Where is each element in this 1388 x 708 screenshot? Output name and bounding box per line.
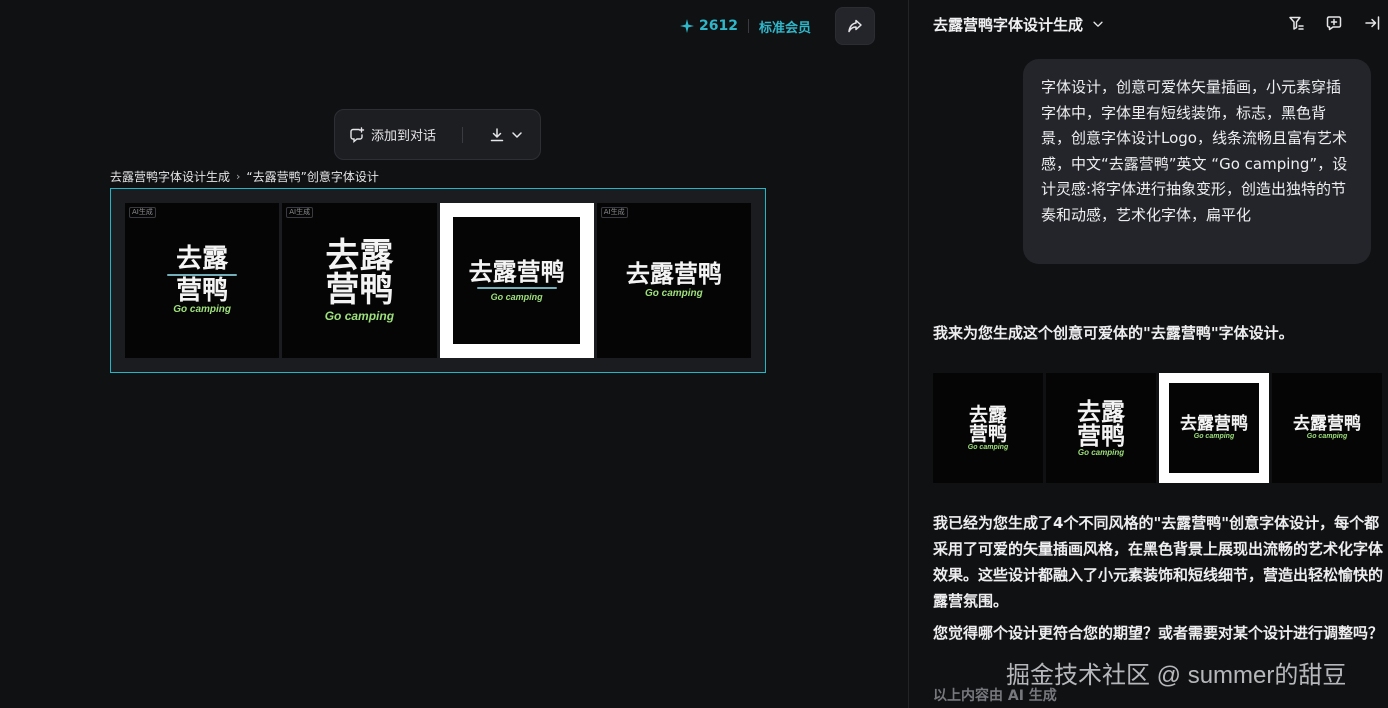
- watermark: 掘金技术社区 @ summer的甜豆: [1006, 662, 1347, 689]
- divider: [747, 19, 749, 33]
- ai-generated-badge: AI生成: [129, 207, 156, 218]
- logo-cn-line-2: 营鸭: [1077, 420, 1125, 450]
- logo-cn-line-1: 去露: [968, 403, 1007, 426]
- gallery-image-1[interactable]: AI生成 去露 营鸭 Go camping: [125, 203, 280, 358]
- new-chat-icon[interactable]: [1325, 14, 1343, 32]
- logo-text-en: Go camping: [324, 308, 395, 323]
- chat-title: 去露营鸭字体设计生成: [933, 15, 1084, 34]
- breadcrumb-current: “去露营鸭”创意字体设计: [246, 170, 379, 184]
- logo-text-cn: 去露 营鸭: [1077, 396, 1125, 450]
- reply-image-strip: 去露 营鸭 Go camping 去露 营鸭 Go camping 去露营鸭 G…: [933, 373, 1382, 483]
- assistant-reply-summary: 我已经为您生成了4个不同风格的"去露营鸭"创意字体设计，每个都采用了可爱的矢量插…: [933, 514, 1384, 610]
- toolbar-divider: [462, 126, 464, 143]
- membership-link[interactable]: 标准会员: [759, 17, 811, 36]
- logo-text-en: Go camping: [490, 291, 543, 302]
- share-button[interactable]: [834, 7, 875, 45]
- download-icon: [490, 127, 504, 141]
- top-status-bar: 2612 标准会员: [680, 6, 900, 46]
- add-chat-icon: [350, 126, 365, 143]
- share-icon: [848, 19, 862, 33]
- collapse-panel-icon[interactable]: [1363, 14, 1381, 32]
- header-actions: [1287, 14, 1381, 32]
- logo-text-cn: 去露营鸭: [468, 256, 565, 286]
- chat-panel: 去露营鸭字体设计生成 字体设计，创意可爱体矢量插画，小元素穿插字体中，字体里有短…: [908, 0, 1388, 708]
- logo-text-cn: 去露营鸭: [1293, 414, 1361, 434]
- framed-image-inner: 去露营鸭 Go camping: [453, 217, 581, 344]
- ai-generated-badge: AI生成: [600, 207, 628, 218]
- breadcrumb: 去露营鸭字体设计生成 › “去露营鸭”创意字体设计: [110, 168, 379, 185]
- logo-cn-line-2: 营鸭: [325, 269, 394, 310]
- logo-cn-line-1: 去露: [1077, 396, 1125, 426]
- gallery-image-3[interactable]: 去露营鸭 Go camping: [439, 203, 594, 358]
- chevron-down-icon: [512, 131, 522, 138]
- deco-line: [167, 274, 238, 276]
- logo-text-cn: 去露营鸭: [1180, 414, 1248, 434]
- filter-icon[interactable]: [1287, 14, 1305, 32]
- add-to-chat-label: 添加到对话: [371, 129, 437, 144]
- gallery-image-4[interactable]: AI生成 去露营鸭 Go camping: [596, 203, 751, 358]
- logo-text-cn: 去露 营鸭: [167, 244, 238, 306]
- deco-line: [476, 286, 557, 289]
- gallery-image-2[interactable]: AI生成 去露 营鸭 Go camping: [282, 203, 437, 358]
- add-to-chat-button[interactable]: 添加到对话: [349, 125, 436, 144]
- assistant-reply-question: 您觉得哪个设计更符合您的期望？或者需要对某个设计进行调整吗？: [933, 624, 1384, 642]
- canvas-area: 2612 标准会员 添加到对话 去露营鸭字体设计生成 › “去露营鸭”创意字体设…: [0, 0, 908, 708]
- image-toolbar: 添加到对话: [334, 109, 541, 160]
- logo-cn-line-2: 营鸭: [968, 422, 1007, 445]
- download-dropdown[interactable]: [489, 127, 525, 143]
- breadcrumb-parent[interactable]: 去露营鸭字体设计生成: [110, 168, 230, 185]
- logo-cn-line-2: 营鸭: [176, 276, 229, 306]
- logo-text-en: Go camping: [1306, 433, 1348, 440]
- image-gallery: AI生成 去露 营鸭 Go camping AI生成 去露 营鸭 Go camp…: [110, 188, 766, 373]
- framed-image-inner: 去露营鸭 Go camping: [1169, 383, 1259, 473]
- logo-text-en: Go camping: [1077, 447, 1125, 457]
- reply-image-1[interactable]: 去露 营鸭 Go camping: [933, 373, 1043, 483]
- logo-text-en: Go camping: [967, 443, 1009, 451]
- credits-counter[interactable]: 2612: [680, 18, 738, 34]
- assistant-reply-intro: 我来为您生成这个创意可爱体的"去露营鸭"字体设计。: [933, 324, 1294, 342]
- chat-header: 去露营鸭字体设计生成: [909, 0, 1388, 48]
- chevron-right-icon: ›: [236, 170, 241, 183]
- reply-image-4[interactable]: 去露营鸭 Go camping: [1272, 373, 1382, 483]
- sparkle-icon: [680, 19, 694, 33]
- logo-text-en: Go camping: [1193, 433, 1235, 440]
- reply-image-2[interactable]: 去露 营鸭 Go camping: [1046, 373, 1156, 483]
- chat-title-dropdown[interactable]: 去露营鸭字体设计生成: [933, 14, 1105, 35]
- user-message-bubble: 字体设计，创意可爱体矢量插画，小元素穿插字体中，字体里有短线装饰，标志，黑色背景…: [1023, 59, 1371, 264]
- logo-text-cn: 去露营鸭: [625, 259, 722, 288]
- logo-text-cn: 去露 营鸭: [325, 239, 393, 307]
- logo-cn-line-1: 去露: [325, 235, 394, 276]
- logo-text-en: Go camping: [173, 304, 232, 315]
- ai-generated-badge: AI生成: [286, 207, 314, 218]
- reply-image-3[interactable]: 去露营鸭 Go camping: [1159, 373, 1269, 483]
- logo-cn-line-1: 去露: [176, 244, 229, 274]
- chevron-down-icon: [1093, 21, 1103, 27]
- credits-value: 2612: [699, 18, 738, 34]
- logo-text-en: Go camping: [644, 288, 703, 299]
- logo-text-cn: 去露 营鸭: [968, 403, 1007, 445]
